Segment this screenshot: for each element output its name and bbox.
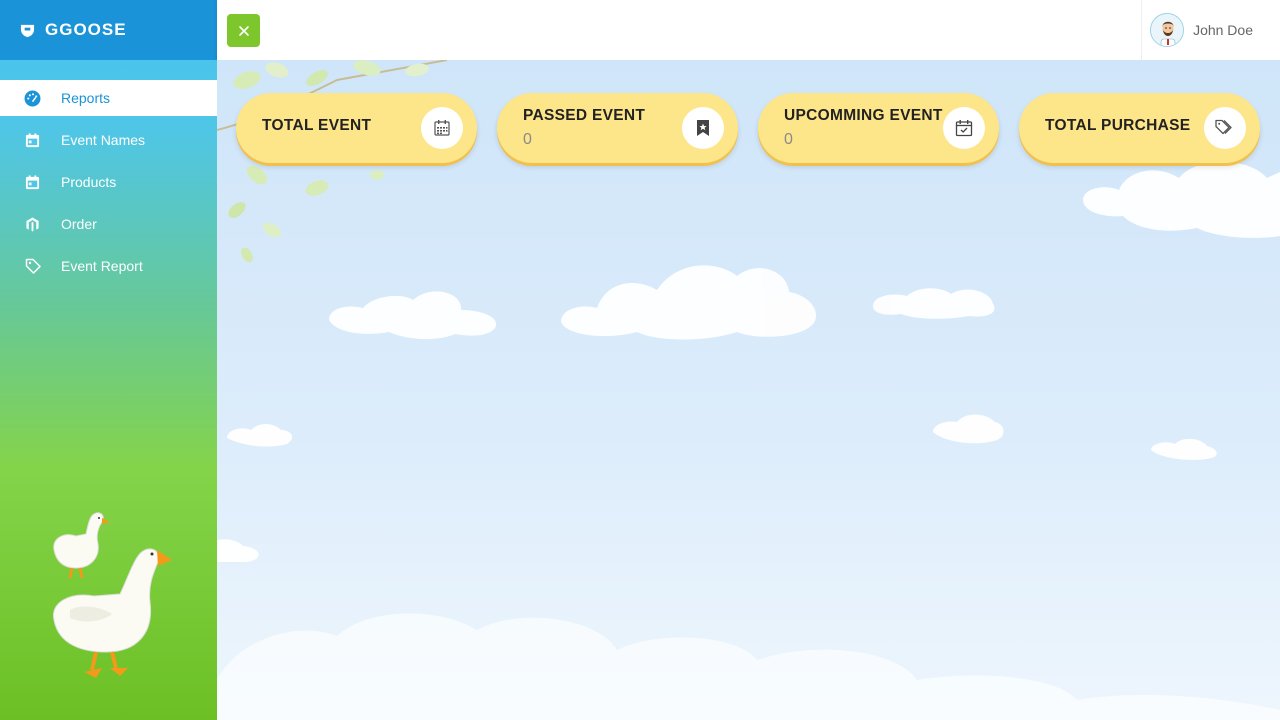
avatar-icon bbox=[1150, 13, 1185, 47]
card-total-purchase[interactable]: TOTAL PURCHASE bbox=[1019, 93, 1260, 163]
close-icon bbox=[238, 25, 249, 36]
sidebar-item-event-names[interactable]: Event Names bbox=[0, 122, 217, 158]
sidebar-item-label: Order bbox=[61, 216, 97, 232]
card-total-event[interactable]: TOTAL EVENT bbox=[236, 93, 477, 163]
user-name: John Doe bbox=[1193, 22, 1253, 38]
calendar-icon bbox=[24, 132, 41, 149]
sidebar-item-reports[interactable]: Reports bbox=[0, 80, 217, 116]
brand-shield-icon bbox=[20, 24, 35, 37]
top-header: John Doe bbox=[217, 0, 1280, 60]
calendar-icon bbox=[24, 174, 41, 191]
calendar-grid-icon bbox=[421, 107, 463, 149]
sidebar-item-label: Reports bbox=[61, 90, 111, 106]
brand-name: GGOOSE bbox=[45, 20, 127, 39]
sidebar-item-products[interactable]: Products bbox=[0, 164, 217, 200]
sidebar-toggle-button[interactable] bbox=[227, 14, 260, 47]
sidebar-item-label: Event Report bbox=[61, 258, 143, 274]
sidebar-item-label: Event Names bbox=[61, 132, 146, 148]
user-menu[interactable]: John Doe bbox=[1141, 0, 1280, 60]
tag-icon bbox=[24, 258, 41, 275]
stats-cards: TOTAL EVENT PASSED EVENT 0 UPCOMMING EVE… bbox=[236, 93, 1260, 163]
brand[interactable]: GGOOSE bbox=[0, 0, 217, 60]
card-passed-event[interactable]: PASSED EVENT 0 bbox=[497, 93, 738, 163]
tags-icon bbox=[1204, 107, 1246, 149]
card-upcoming-event[interactable]: UPCOMMING EVENT 0 bbox=[758, 93, 999, 163]
calendar-check-icon bbox=[943, 107, 985, 149]
bookmark-star-icon bbox=[682, 107, 724, 149]
dashboard-gauge-icon bbox=[24, 90, 41, 107]
sidebar-item-label: Products bbox=[61, 174, 117, 190]
magento-icon bbox=[24, 216, 41, 233]
geese-illustration bbox=[53, 512, 172, 678]
sidebar-item-order[interactable]: Order bbox=[0, 206, 217, 242]
main-content: TOTAL EVENT PASSED EVENT 0 UPCOMMING EVE… bbox=[217, 60, 1280, 720]
sidebar-nav: Reports Event Names Products Order Event… bbox=[0, 80, 217, 284]
sidebar-item-event-report[interactable]: Event Report bbox=[0, 248, 217, 284]
sidebar: GGOOSE Reports Event Names Products Orde… bbox=[0, 0, 217, 720]
